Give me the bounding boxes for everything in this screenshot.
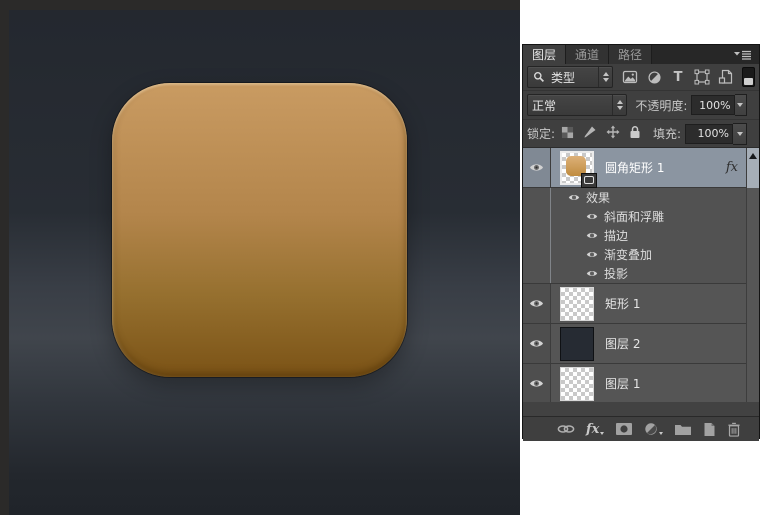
- vector-mask-badge-icon: [581, 172, 597, 188]
- layer-name[interactable]: 图层 2: [605, 335, 640, 352]
- link-layers-icon[interactable]: [557, 420, 575, 438]
- panel-tab-bar: 图层 通道 路径: [523, 45, 759, 64]
- new-group-folder-icon[interactable]: [674, 420, 692, 438]
- filter-icons: T: [622, 69, 734, 85]
- filter-type-label: 类型: [551, 70, 576, 85]
- effect-label: 描边: [604, 229, 629, 243]
- layer-thumbnail[interactable]: [557, 364, 597, 403]
- new-adjustment-layer-icon[interactable]: [644, 420, 664, 438]
- layers-panel: 图层 通道 路径 类型 T 正常 不透明度: 100% 锁定: 填充: 100%…: [522, 44, 760, 441]
- pasteboard: [0, 0, 520, 515]
- effects-indent-line: [550, 188, 551, 283]
- layer-fx-badge[interactable]: fx: [726, 160, 738, 175]
- new-layer-icon[interactable]: [703, 420, 716, 438]
- delete-layer-trash-icon[interactable]: [727, 420, 741, 438]
- layer-row-layer-1[interactable]: 图层 1: [523, 364, 746, 402]
- layer-name[interactable]: 矩形 1: [605, 295, 640, 312]
- pixel-layer-filter-icon[interactable]: [622, 69, 638, 85]
- effect-label: 投影: [604, 267, 629, 281]
- lock-label: 锁定:: [527, 127, 556, 141]
- filter-type-stepper-icon: [598, 67, 612, 87]
- fill-input[interactable]: 100%: [685, 123, 733, 144]
- opacity-dropdown-button[interactable]: [734, 94, 747, 116]
- fx-text: fx: [586, 421, 600, 437]
- scrollbar-track[interactable]: [747, 188, 759, 402]
- fill-label: 填充:: [652, 127, 681, 141]
- layer-filter-row: 类型 T: [523, 64, 759, 91]
- effect-label: 渐变叠加: [604, 248, 653, 262]
- layers-list: 圆角矩形 1 fx 效果 斜面和浮雕 描边 渐变叠加 投影 矩形 1 图层 2 …: [523, 148, 759, 402]
- visibility-eye-icon[interactable]: [523, 364, 551, 402]
- scrollbar-up-arrow[interactable]: [747, 148, 759, 188]
- document-canvas[interactable]: [9, 10, 520, 515]
- add-layer-mask-icon[interactable]: [615, 420, 633, 438]
- fill-dropdown-button[interactable]: [733, 122, 747, 145]
- blend-mode-dropdown[interactable]: 正常: [527, 94, 628, 116]
- opacity-label: 不透明度:: [635, 98, 688, 113]
- filter-type-dropdown[interactable]: 类型: [527, 66, 613, 88]
- lock-icons: [561, 125, 641, 142]
- visibility-eye-icon[interactable]: [523, 284, 551, 323]
- tab-channels-label: 通道: [575, 48, 600, 62]
- photoshop-workspace: 图层 通道 路径 类型 T 正常 不透明度: 100% 锁定: 填充: 100%…: [0, 0, 760, 515]
- layers-bottom-bar: fx: [523, 416, 759, 441]
- effect-row-stroke[interactable]: 描边: [523, 226, 746, 245]
- panel-menu-icon[interactable]: [734, 49, 752, 63]
- effects-header-label: 效果: [586, 191, 611, 205]
- layer-row-rounded-rectangle-1[interactable]: 圆角矩形 1 fx: [523, 148, 746, 188]
- effect-label: 斜面和浮雕: [604, 210, 665, 224]
- effect-eye-icon[interactable]: [586, 212, 598, 221]
- layer-thumbnail[interactable]: [557, 324, 597, 364]
- layer-thumbnail[interactable]: [557, 284, 597, 324]
- blend-mode-stepper-icon: [612, 95, 626, 115]
- tab-layers[interactable]: 图层: [523, 45, 567, 64]
- lock-pixels-brush-icon[interactable]: [583, 125, 597, 142]
- type-layer-filter-icon[interactable]: T: [670, 69, 686, 85]
- add-layer-style-icon[interactable]: fx: [586, 420, 605, 438]
- lock-position-move-icon[interactable]: [606, 125, 620, 142]
- tab-paths[interactable]: 路径: [609, 45, 653, 64]
- panel-spacer: [523, 402, 759, 416]
- effect-row-bevel-emboss[interactable]: 斜面和浮雕: [523, 207, 746, 226]
- opacity-input[interactable]: 100%: [691, 95, 735, 115]
- tab-paths-label: 路径: [618, 48, 643, 62]
- lock-fill-row: 锁定: 填充: 100%: [523, 120, 759, 148]
- layers-scrollbar[interactable]: [746, 148, 759, 402]
- filter-toggle-knob: [744, 78, 753, 85]
- effects-eye-icon[interactable]: [568, 193, 580, 202]
- effects-header-row[interactable]: 效果: [523, 188, 746, 207]
- filter-toggle-switch[interactable]: [742, 67, 755, 87]
- shape-layer-filter-icon[interactable]: [694, 69, 710, 85]
- layer-effects-block: 效果 斜面和浮雕 描边 渐变叠加 投影: [523, 188, 746, 284]
- layer-name[interactable]: 圆角矩形 1: [605, 159, 664, 176]
- blend-opacity-row: 正常 不透明度: 100%: [523, 91, 759, 120]
- visibility-eye-icon[interactable]: [523, 324, 551, 363]
- effect-eye-icon[interactable]: [586, 231, 598, 240]
- layer-thumbnail[interactable]: [557, 148, 597, 188]
- layer-name[interactable]: 图层 1: [605, 375, 640, 392]
- effect-eye-icon[interactable]: [586, 269, 598, 278]
- effect-row-drop-shadow[interactable]: 投影: [523, 264, 746, 283]
- rounded-rectangle-shape[interactable]: [112, 83, 407, 377]
- search-icon: [531, 69, 547, 85]
- smart-object-filter-icon[interactable]: [718, 69, 734, 85]
- visibility-eye-icon[interactable]: [523, 148, 551, 187]
- tab-channels[interactable]: 通道: [566, 45, 610, 64]
- tab-layers-label: 图层: [532, 48, 557, 62]
- effect-eye-icon[interactable]: [586, 250, 598, 259]
- adjustment-layer-filter-icon[interactable]: [646, 69, 662, 85]
- lock-transparency-icon[interactable]: [561, 126, 574, 142]
- effect-row-gradient-overlay[interactable]: 渐变叠加: [523, 245, 746, 264]
- layer-row-layer-2[interactable]: 图层 2: [523, 324, 746, 364]
- blend-mode-value: 正常: [532, 98, 557, 113]
- layer-row-rectangle-1[interactable]: 矩形 1: [523, 284, 746, 324]
- lock-all-padlock-icon[interactable]: [629, 125, 641, 142]
- type-letter: T: [673, 69, 683, 85]
